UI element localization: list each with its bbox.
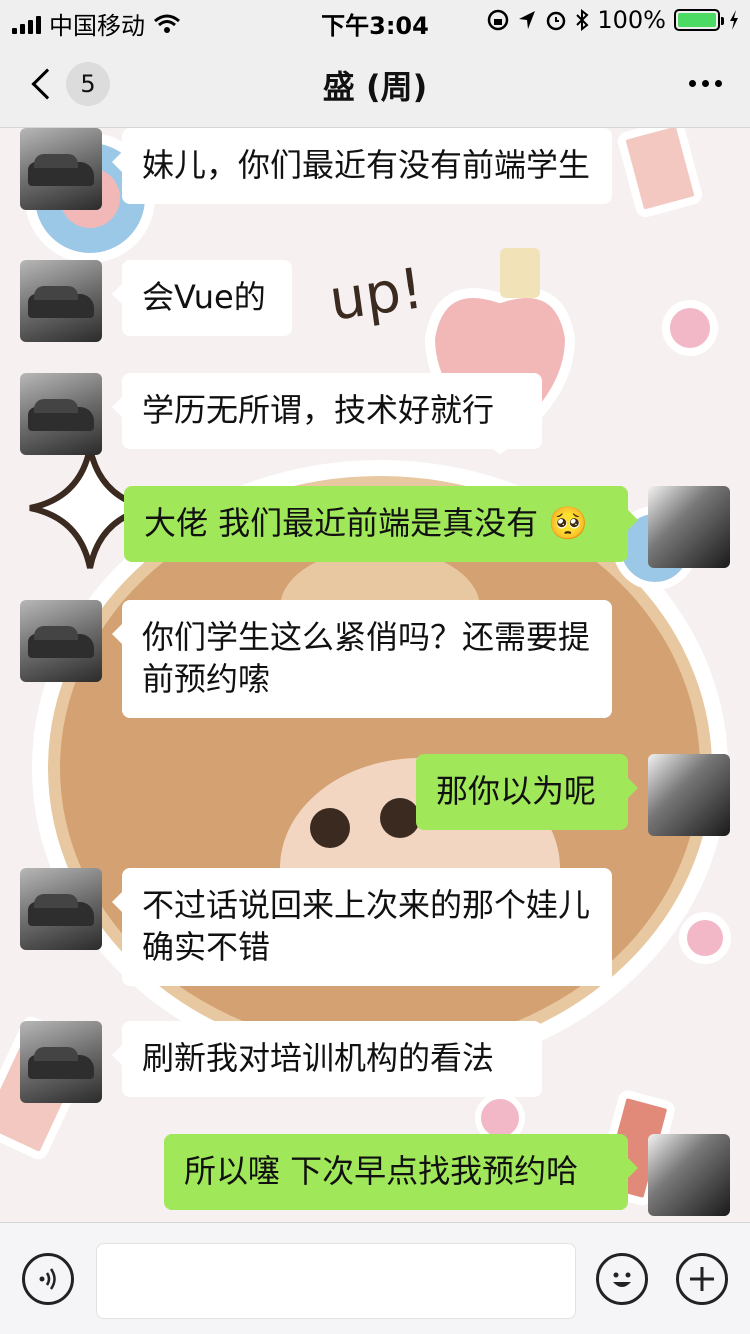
message-bubble[interactable]: 不过话说回来上次来的那个娃儿确实不错 (112, 868, 612, 986)
status-right: 100% (487, 6, 740, 34)
avatar[interactable] (20, 373, 102, 455)
input-bar (0, 1222, 750, 1334)
battery-icon (674, 9, 724, 31)
message-bubble[interactable]: 你们学生这么紧俏吗？还需要提前预约嗦 (112, 600, 612, 718)
my-avatar[interactable] (648, 486, 730, 568)
wallpaper-sticker-text: up! (325, 256, 427, 333)
status-bar: 中国移动 下午3:04 100% (0, 0, 750, 40)
alarm-icon (547, 11, 566, 31)
message-bubble[interactable]: 那你以为呢 (416, 754, 638, 830)
chat-header: 5 盛 (周) (0, 40, 750, 128)
emoji-icon[interactable] (596, 1253, 648, 1305)
avatar[interactable] (20, 1021, 102, 1103)
chat-title: 盛 (周) (322, 68, 428, 106)
message-bubble[interactable]: 所以噻 下次早点找我预约哈 (164, 1134, 638, 1210)
message-input[interactable] (96, 1243, 576, 1319)
location-icon (519, 11, 536, 29)
avatar[interactable] (20, 600, 102, 682)
bluetooth-icon (576, 9, 589, 31)
message-bubble[interactable]: 妹儿，你们最近有没有前端学生 (112, 128, 612, 204)
avatar[interactable] (20, 128, 102, 210)
avatar[interactable] (20, 868, 102, 950)
charging-icon (730, 10, 738, 30)
lock-rotation-icon (488, 9, 509, 31)
my-avatar[interactable] (648, 1134, 730, 1216)
message-bubble[interactable]: 刷新我对培训机构的看法 (112, 1021, 542, 1097)
message-bubble[interactable]: 大佬 我们最近前端是真没有 🥺 (124, 486, 638, 562)
avatar[interactable] (20, 260, 102, 342)
plus-icon[interactable] (676, 1253, 728, 1305)
voice-icon[interactable] (22, 1253, 74, 1305)
message-bubble[interactable]: 学历无所谓，技术好就行 (112, 373, 542, 449)
message-bubble[interactable]: 会Vue的 (112, 260, 292, 336)
battery-percent: 100% (597, 6, 666, 34)
more-icon[interactable] (689, 80, 722, 87)
chat-area[interactable]: up! 妹儿，你们最近有没有前端学生 会Vue的 学历无所谓，技术好就行 大佬 … (0, 128, 750, 1222)
my-avatar[interactable] (648, 754, 730, 836)
